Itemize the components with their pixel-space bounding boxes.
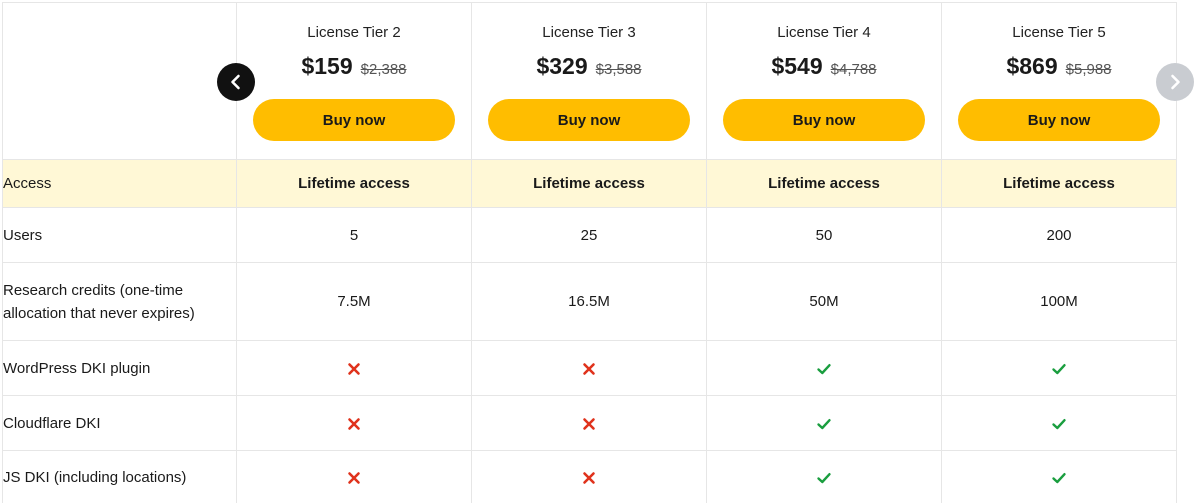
tier-name: License Tier 4 [777,24,871,41]
pricing-comparison: License Tier 2 $159 $2,388 Buy now Licen… [0,0,1200,503]
cell-value: 5 [236,207,472,263]
feature-cell [471,395,707,451]
cross-icon [583,471,595,484]
cell-value: 16.5M [471,262,707,341]
tier-old-price: $4,788 [830,61,877,78]
cell-value: Lifetime access [706,159,942,208]
table-row-cloudflare-dki: Cloudflare DKI [2,395,1177,451]
feature-cell [236,340,472,396]
tier-column-3: License Tier 3 $329 $3,588 Buy now [471,2,707,160]
tier-name: License Tier 3 [542,24,636,41]
buy-now-button-tier-2[interactable]: Buy now [253,99,455,141]
carousel-next-button[interactable] [1156,63,1194,101]
table-row-wordpress-dki: WordPress DKI plugin [2,340,1177,396]
row-label: Cloudflare DKI [2,395,237,451]
cell-value: Lifetime access [941,159,1177,208]
table-row-js-dki: JS DKI (including locations) [2,450,1177,503]
tier-price: $329 [536,53,588,79]
tier-column-4: License Tier 4 $549 $4,788 Buy now [706,2,942,160]
feature-cell [471,450,707,503]
feature-cell [706,395,942,451]
row-label: Users [2,207,237,263]
check-icon [1052,472,1066,483]
row-label: Research credits (one-time allocation th… [2,262,237,341]
tier-price: $549 [771,53,823,79]
header-empty-cell [2,2,237,160]
row-label: JS DKI (including locations) [2,450,237,503]
cell-value: 100M [941,262,1177,341]
cell-value: 50 [706,207,942,263]
buy-now-button-tier-5[interactable]: Buy now [958,99,1160,141]
cross-icon [583,417,595,430]
tier-header-row: License Tier 2 $159 $2,388 Buy now Licen… [2,2,1177,160]
cell-value: 200 [941,207,1177,263]
cross-icon [348,417,360,430]
tier-price: $159 [301,53,353,79]
cell-value: Lifetime access [471,159,707,208]
tier-old-price: $2,388 [360,61,407,78]
table-row-access: Access Lifetime access Lifetime access L… [2,159,1177,208]
feature-cell [706,340,942,396]
tier-old-price: $3,588 [595,61,642,78]
feature-cell [471,340,707,396]
cell-value: 25 [471,207,707,263]
check-icon [817,472,831,483]
tier-name: License Tier 5 [1012,24,1106,41]
feature-cell [941,450,1177,503]
tier-column-2: License Tier 2 $159 $2,388 Buy now [236,2,472,160]
cell-value: 50M [706,262,942,341]
feature-cell [236,450,472,503]
cell-value: Lifetime access [236,159,472,208]
check-icon [817,363,831,374]
chevron-right-icon [1171,74,1180,90]
buy-now-button-tier-4[interactable]: Buy now [723,99,925,141]
cell-value: 7.5M [236,262,472,341]
check-icon [1052,363,1066,374]
row-label: Access [2,159,237,208]
table-row-users: Users 5 25 50 200 [2,207,1177,263]
feature-cell [706,450,942,503]
pricing-table: License Tier 2 $159 $2,388 Buy now Licen… [2,2,1177,503]
tier-price: $869 [1006,53,1058,79]
table-row-research-credits: Research credits (one-time allocation th… [2,262,1177,341]
carousel-prev-button[interactable] [217,63,255,101]
row-label: WordPress DKI plugin [2,340,237,396]
cross-icon [583,362,595,375]
feature-cell [941,340,1177,396]
chevron-left-icon [231,74,240,90]
feature-cell [941,395,1177,451]
check-icon [817,418,831,429]
tier-name: License Tier 2 [307,24,401,41]
buy-now-button-tier-3[interactable]: Buy now [488,99,690,141]
check-icon [1052,418,1066,429]
tier-old-price: $5,988 [1065,61,1112,78]
tier-column-5: License Tier 5 $869 $5,988 Buy now [941,2,1177,160]
feature-cell [236,395,472,451]
cross-icon [348,471,360,484]
cross-icon [348,362,360,375]
